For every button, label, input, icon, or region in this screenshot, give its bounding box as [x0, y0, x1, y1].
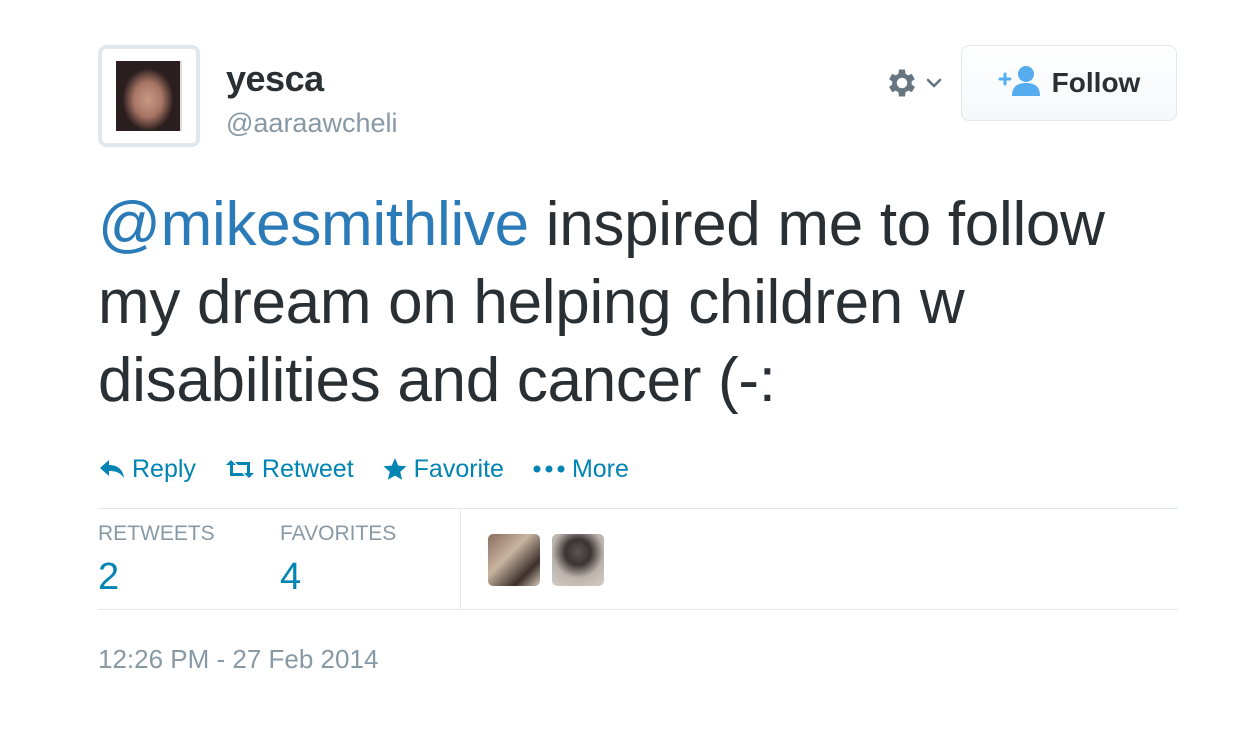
gear-icon — [884, 65, 920, 101]
chevron-down-icon — [926, 75, 942, 91]
follow-user-icon — [998, 64, 1042, 103]
favorite-label: Favorite — [413, 454, 504, 483]
retweet-button[interactable]: Retweet — [224, 455, 354, 484]
star-icon — [382, 457, 408, 481]
reply-label: Reply — [132, 454, 196, 483]
tweet-text: @mikesmithlive inspired me to follow my … — [98, 186, 1188, 420]
stats-vertical-divider — [460, 509, 461, 609]
favoriter-avatar[interactable] — [552, 534, 604, 586]
favorites-label: FAVORITES — [280, 522, 397, 545]
follow-button-label: Follow — [1051, 67, 1141, 98]
avatar-face-image — [116, 61, 180, 131]
tweet-timestamp[interactable]: 12:26 PM - 27 Feb 2014 — [98, 644, 378, 675]
mention-link[interactable]: @mikesmithlive — [98, 190, 529, 259]
more-dots-icon — [532, 464, 566, 474]
favorites-stat[interactable]: FAVORITES 4 — [280, 522, 396, 599]
retweet-icon — [224, 458, 256, 480]
more-label: More — [571, 454, 629, 483]
follow-button[interactable]: Follow — [961, 45, 1177, 121]
display-name[interactable]: yesca — [226, 58, 324, 100]
stats-divider-bottom — [98, 609, 1178, 610]
favorite-button[interactable]: Favorite — [382, 455, 504, 484]
screen-name[interactable]: @aaraawcheli — [226, 108, 398, 139]
profile-avatar[interactable] — [98, 45, 200, 147]
favoriter-avatar[interactable] — [488, 534, 540, 586]
user-actions-dropdown[interactable] — [884, 64, 946, 102]
tweet-card: yesca @aaraawcheli Follow @mikesmithlive… — [0, 0, 1260, 730]
retweet-label: Retweet — [261, 454, 354, 483]
reply-button[interactable]: Reply — [98, 455, 196, 484]
stats-divider-top — [98, 508, 1178, 509]
more-button[interactable]: More — [532, 455, 629, 484]
avatar-photo — [116, 61, 182, 131]
reply-icon — [98, 458, 126, 480]
tweet-actions: Reply Retweet Favorite More — [98, 452, 657, 486]
retweets-count: 2 — [98, 556, 120, 598]
retweets-stat[interactable]: RETWEETS 2 — [98, 522, 215, 599]
retweets-label: RETWEETS — [98, 522, 215, 545]
favorites-count: 4 — [280, 556, 302, 598]
